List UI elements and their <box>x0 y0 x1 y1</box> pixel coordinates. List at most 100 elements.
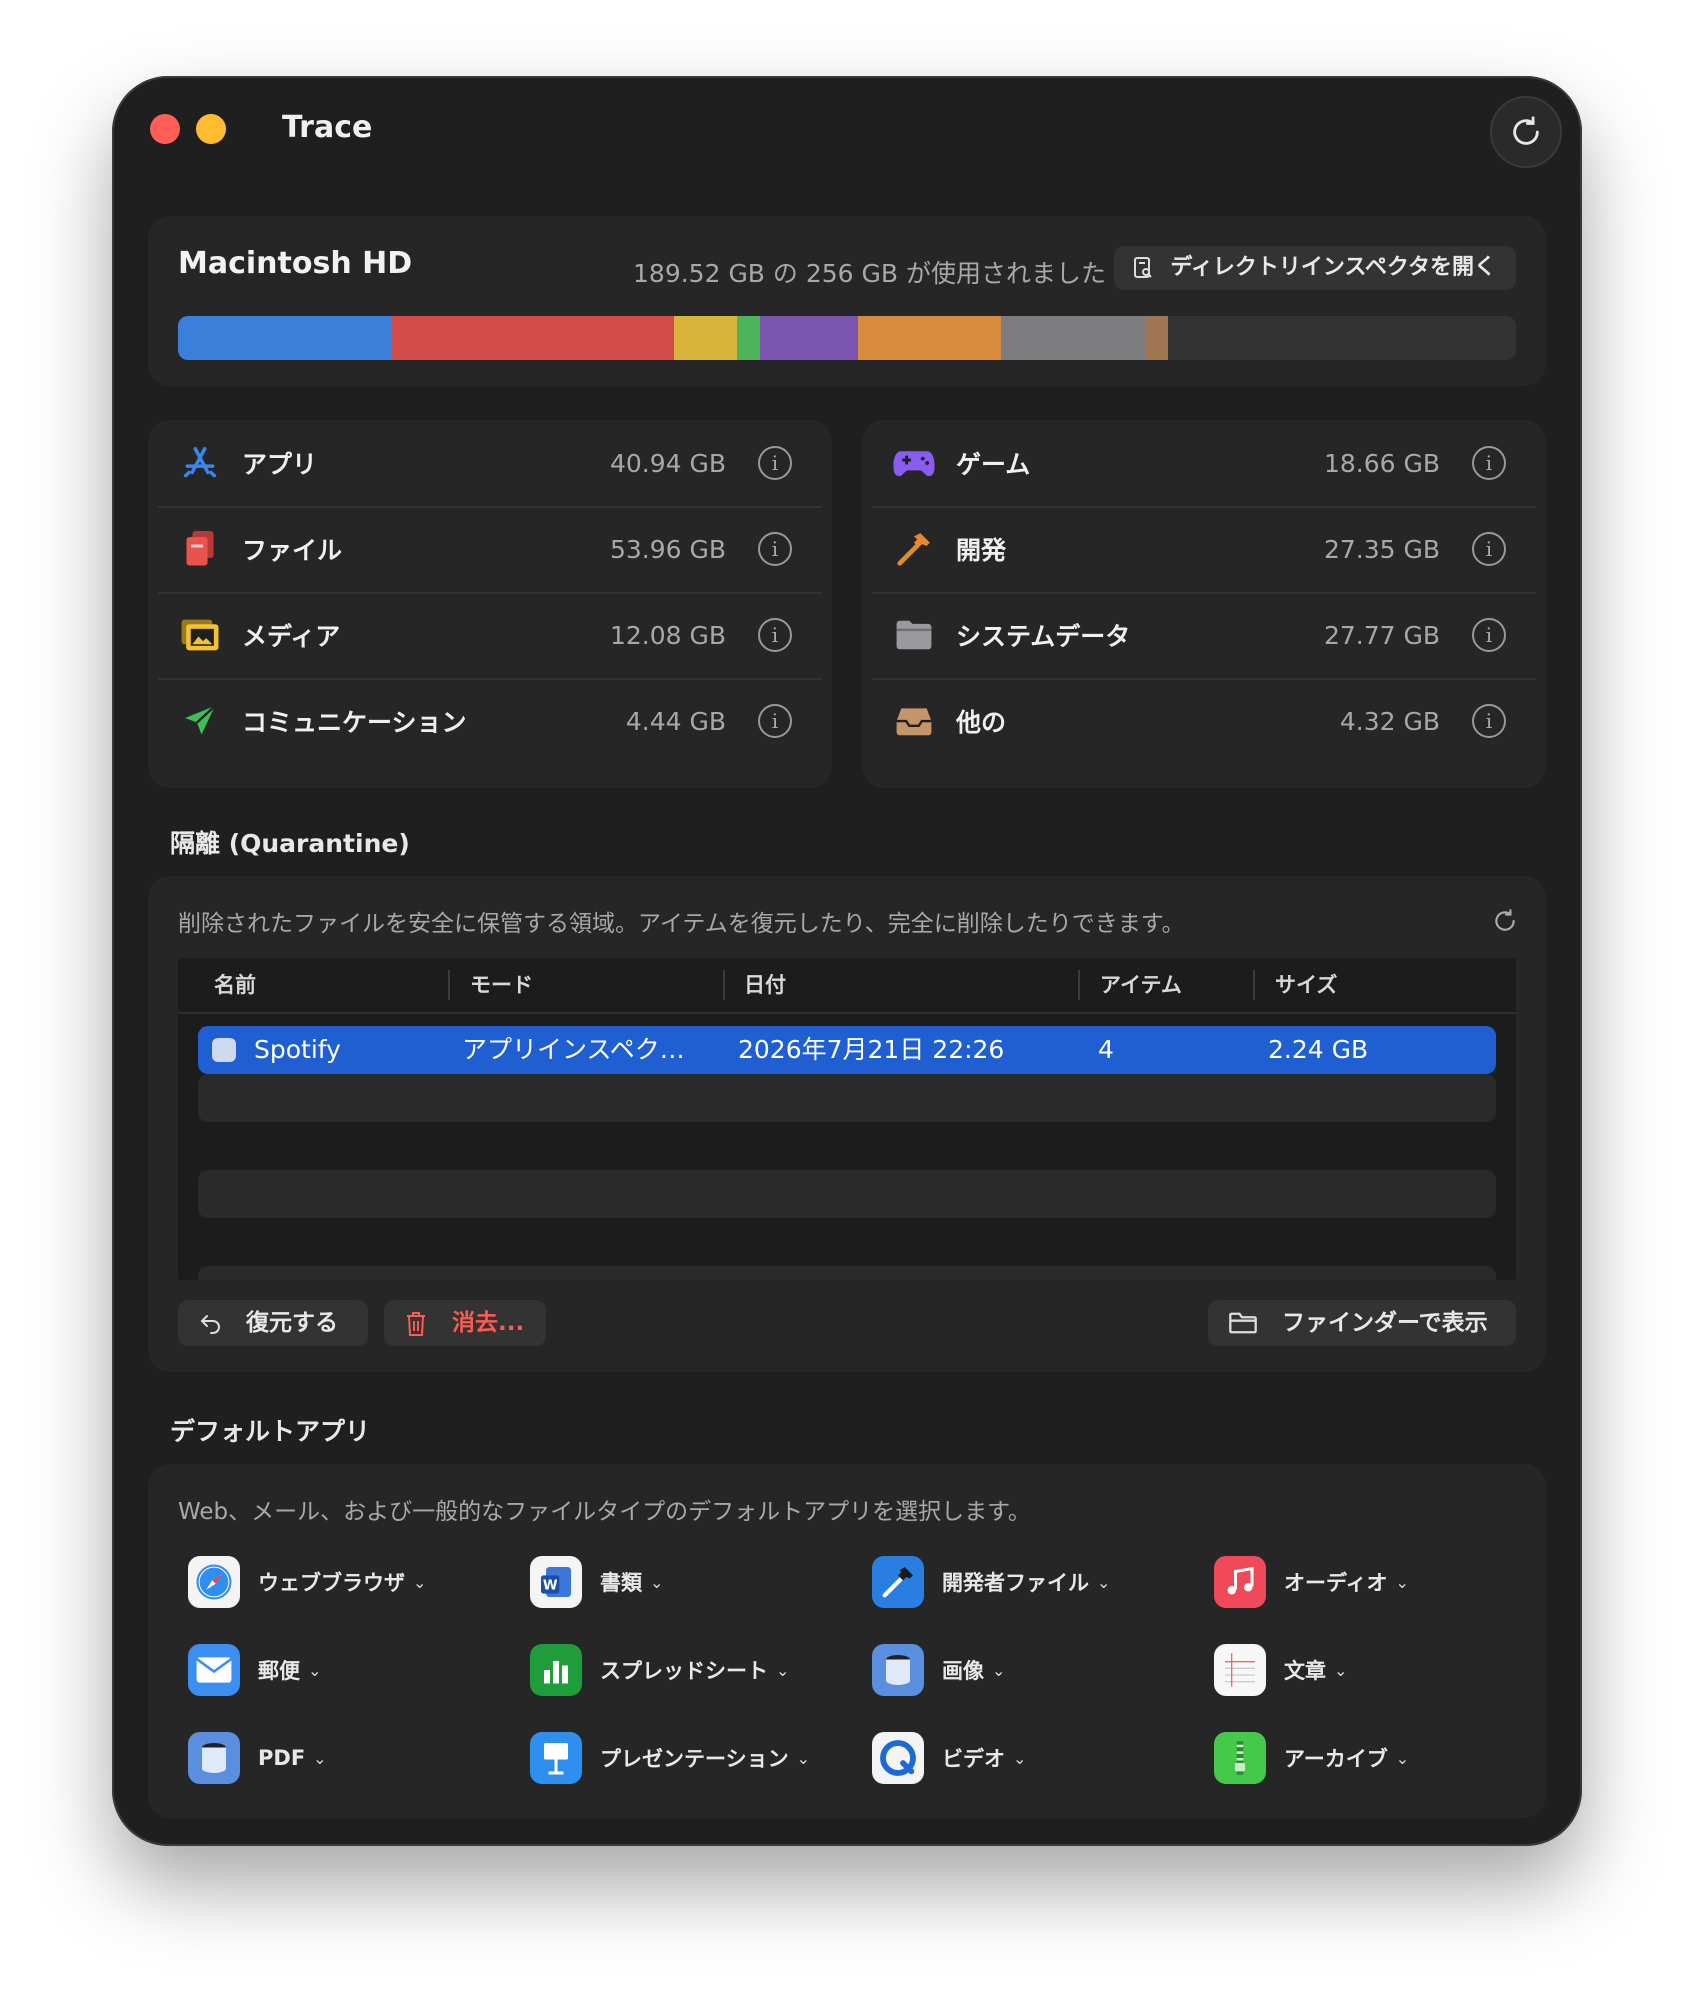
default-app-images[interactable]: 画像 ⌄ <box>872 1644 1005 1696</box>
default-app-mail[interactable]: 郵便 ⌄ <box>188 1644 321 1696</box>
default-app-label: アーカイブ <box>1284 1747 1388 1771</box>
cell-date: 2026年7月21日 22:26 <box>738 1035 1005 1064</box>
quarantine-section-title: 隔離 (Quarantine) <box>170 829 410 858</box>
delete-button[interactable]: 消去... <box>384 1300 546 1346</box>
info-icon[interactable]: i <box>758 704 792 738</box>
category-row-apps[interactable]: アプリ 40.94 GB i <box>158 420 822 508</box>
usage-bar-segment <box>760 316 858 360</box>
column-header-name[interactable]: 名前 <box>214 958 256 1012</box>
empty-row <box>198 1170 1496 1218</box>
default-app-label: 郵便 <box>258 1659 300 1683</box>
category-row-development[interactable]: 開発 27.35 GB i <box>872 506 1536 594</box>
quarantine-table: 名前 モード 日付 アイテム サイズ Spotify アプリインスペク… 202… <box>178 958 1516 1280</box>
documents-icon <box>178 527 222 571</box>
default-app-spreadsheet[interactable]: スプレッドシート ⌄ <box>530 1644 789 1696</box>
category-row-media[interactable]: メディア 12.08 GB i <box>158 592 822 680</box>
default-app-documents[interactable]: W 書類 ⌄ <box>530 1556 663 1608</box>
chevron-down-icon: ⌄ <box>796 1748 810 1768</box>
info-icon[interactable]: i <box>1472 704 1506 738</box>
show-in-finder-button[interactable]: ファインダーで表示 <box>1208 1300 1516 1346</box>
restore-label: 復元する <box>246 1310 338 1336</box>
quarantine-refresh-button[interactable] <box>1492 908 1518 938</box>
default-app-label: PDF <box>258 1746 306 1770</box>
category-label: ファイル <box>242 536 343 565</box>
category-size: 12.08 GB <box>609 620 726 650</box>
column-separator <box>1253 970 1255 1000</box>
category-size: 27.35 GB <box>1323 534 1440 564</box>
default-app-label: 書類 <box>600 1571 642 1595</box>
quarantine-card: 削除されたファイルを安全に保管する領域。アイテムを復元したり、完全に削除したりで… <box>148 876 1546 1372</box>
undo-arrow-icon <box>200 1315 220 1334</box>
restore-button[interactable]: 復元する <box>178 1300 368 1346</box>
numbers-icon <box>530 1644 582 1696</box>
default-app-web-browser[interactable]: ウェブブラウザ ⌄ <box>188 1556 426 1608</box>
category-label: コミュニケーション <box>242 708 467 737</box>
column-header-date[interactable]: 日付 <box>744 958 786 1012</box>
refresh-button[interactable] <box>1490 96 1562 168</box>
default-app-developer-files[interactable]: 開発者ファイル ⌄ <box>872 1556 1110 1608</box>
default-app-video[interactable]: ビデオ ⌄ <box>872 1732 1026 1784</box>
category-row-system-data[interactable]: システムデータ 27.77 GB i <box>872 592 1536 680</box>
info-icon[interactable]: i <box>758 446 792 480</box>
folder-outline-icon <box>1229 1312 1257 1334</box>
cell-items: 4 <box>1098 1035 1114 1064</box>
category-row-other[interactable]: 他の 4.32 GB i <box>872 678 1536 764</box>
gamepad-icon <box>892 441 936 485</box>
document-search-icon <box>1134 257 1153 278</box>
info-icon[interactable]: i <box>1472 618 1506 652</box>
column-header-items[interactable]: アイテム <box>1100 958 1182 1012</box>
default-app-label: 文章 <box>1284 1659 1326 1683</box>
keynote-icon <box>530 1732 582 1784</box>
category-size: 18.66 GB <box>1323 448 1440 478</box>
open-inspector-button[interactable]: ディレクトリインスペクタを開く <box>1114 246 1516 290</box>
xcode-icon <box>872 1556 924 1608</box>
category-row-games[interactable]: ゲーム 18.66 GB i <box>872 420 1536 508</box>
row-checkbox[interactable] <box>212 1038 236 1062</box>
category-label: ゲーム <box>956 450 1031 479</box>
default-app-label: プレゼンテーション <box>600 1747 789 1771</box>
default-app-label: ウェブブラウザ <box>258 1571 405 1595</box>
tray-icon <box>892 699 936 743</box>
cell-size: 2.24 GB <box>1268 1035 1369 1064</box>
column-header-mode[interactable]: モード <box>470 958 533 1012</box>
info-icon[interactable]: i <box>1472 446 1506 480</box>
chevron-down-icon: ⌄ <box>308 1660 322 1680</box>
category-size: 27.77 GB <box>1323 620 1440 650</box>
default-app-label: ビデオ <box>942 1747 1005 1771</box>
folder-icon <box>892 613 936 657</box>
default-app-audio[interactable]: オーディオ ⌄ <box>1214 1556 1409 1608</box>
default-app-text[interactable]: 文章 ⌄ <box>1214 1644 1347 1696</box>
chevron-down-icon: ⌄ <box>1334 1660 1348 1680</box>
refresh-icon <box>1495 909 1515 931</box>
chevron-down-icon: ⌄ <box>1395 1748 1410 1768</box>
default-apps-card: Web、メール、および一般的なファイルタイプのデフォルトアプリを選択します。 ウ… <box>148 1464 1546 1818</box>
table-row[interactable]: Spotify アプリインスペク… 2026年7月21日 22:26 4 2.2… <box>198 1026 1496 1074</box>
close-window-button[interactable] <box>150 114 180 144</box>
column-header-size[interactable]: サイズ <box>1275 958 1337 1012</box>
delete-label: 消去... <box>452 1310 525 1336</box>
preview-icon <box>872 1644 924 1696</box>
chevron-down-icon: ⌄ <box>1013 1748 1027 1768</box>
column-separator <box>448 970 450 1000</box>
disk-usage-text: 189.52 GB の 256 GB が使用されました <box>633 259 1106 288</box>
category-label: 開発 <box>956 536 1007 565</box>
disk-summary-card: Macintosh HD 189.52 GB の 256 GB が使用されました… <box>148 216 1546 386</box>
default-app-archive[interactable]: アーカイブ ⌄ <box>1214 1732 1409 1784</box>
minimize-window-button[interactable] <box>196 114 226 144</box>
default-app-presentation[interactable]: プレゼンテーション ⌄ <box>530 1732 810 1784</box>
word-icon: W <box>530 1556 582 1608</box>
category-row-communication[interactable]: コミュニケーション 4.44 GB i <box>158 678 822 764</box>
cell-name: Spotify <box>254 1035 341 1064</box>
music-icon <box>1214 1556 1266 1608</box>
category-row-files[interactable]: ファイル 53.96 GB i <box>158 506 822 594</box>
hammer-icon <box>892 527 936 571</box>
default-app-label: オーディオ <box>1284 1571 1388 1595</box>
default-app-label: スプレッドシート <box>600 1659 768 1683</box>
info-icon[interactable]: i <box>758 618 792 652</box>
app-window: Trace Macintosh HD 189.52 GB の 256 GB が使… <box>112 76 1582 1846</box>
info-icon[interactable]: i <box>1472 532 1506 566</box>
default-app-pdf[interactable]: PDF ⌄ <box>188 1732 327 1784</box>
show-in-finder-label: ファインダーで表示 <box>1282 1310 1488 1336</box>
info-icon[interactable]: i <box>758 532 792 566</box>
photos-icon <box>178 613 222 657</box>
